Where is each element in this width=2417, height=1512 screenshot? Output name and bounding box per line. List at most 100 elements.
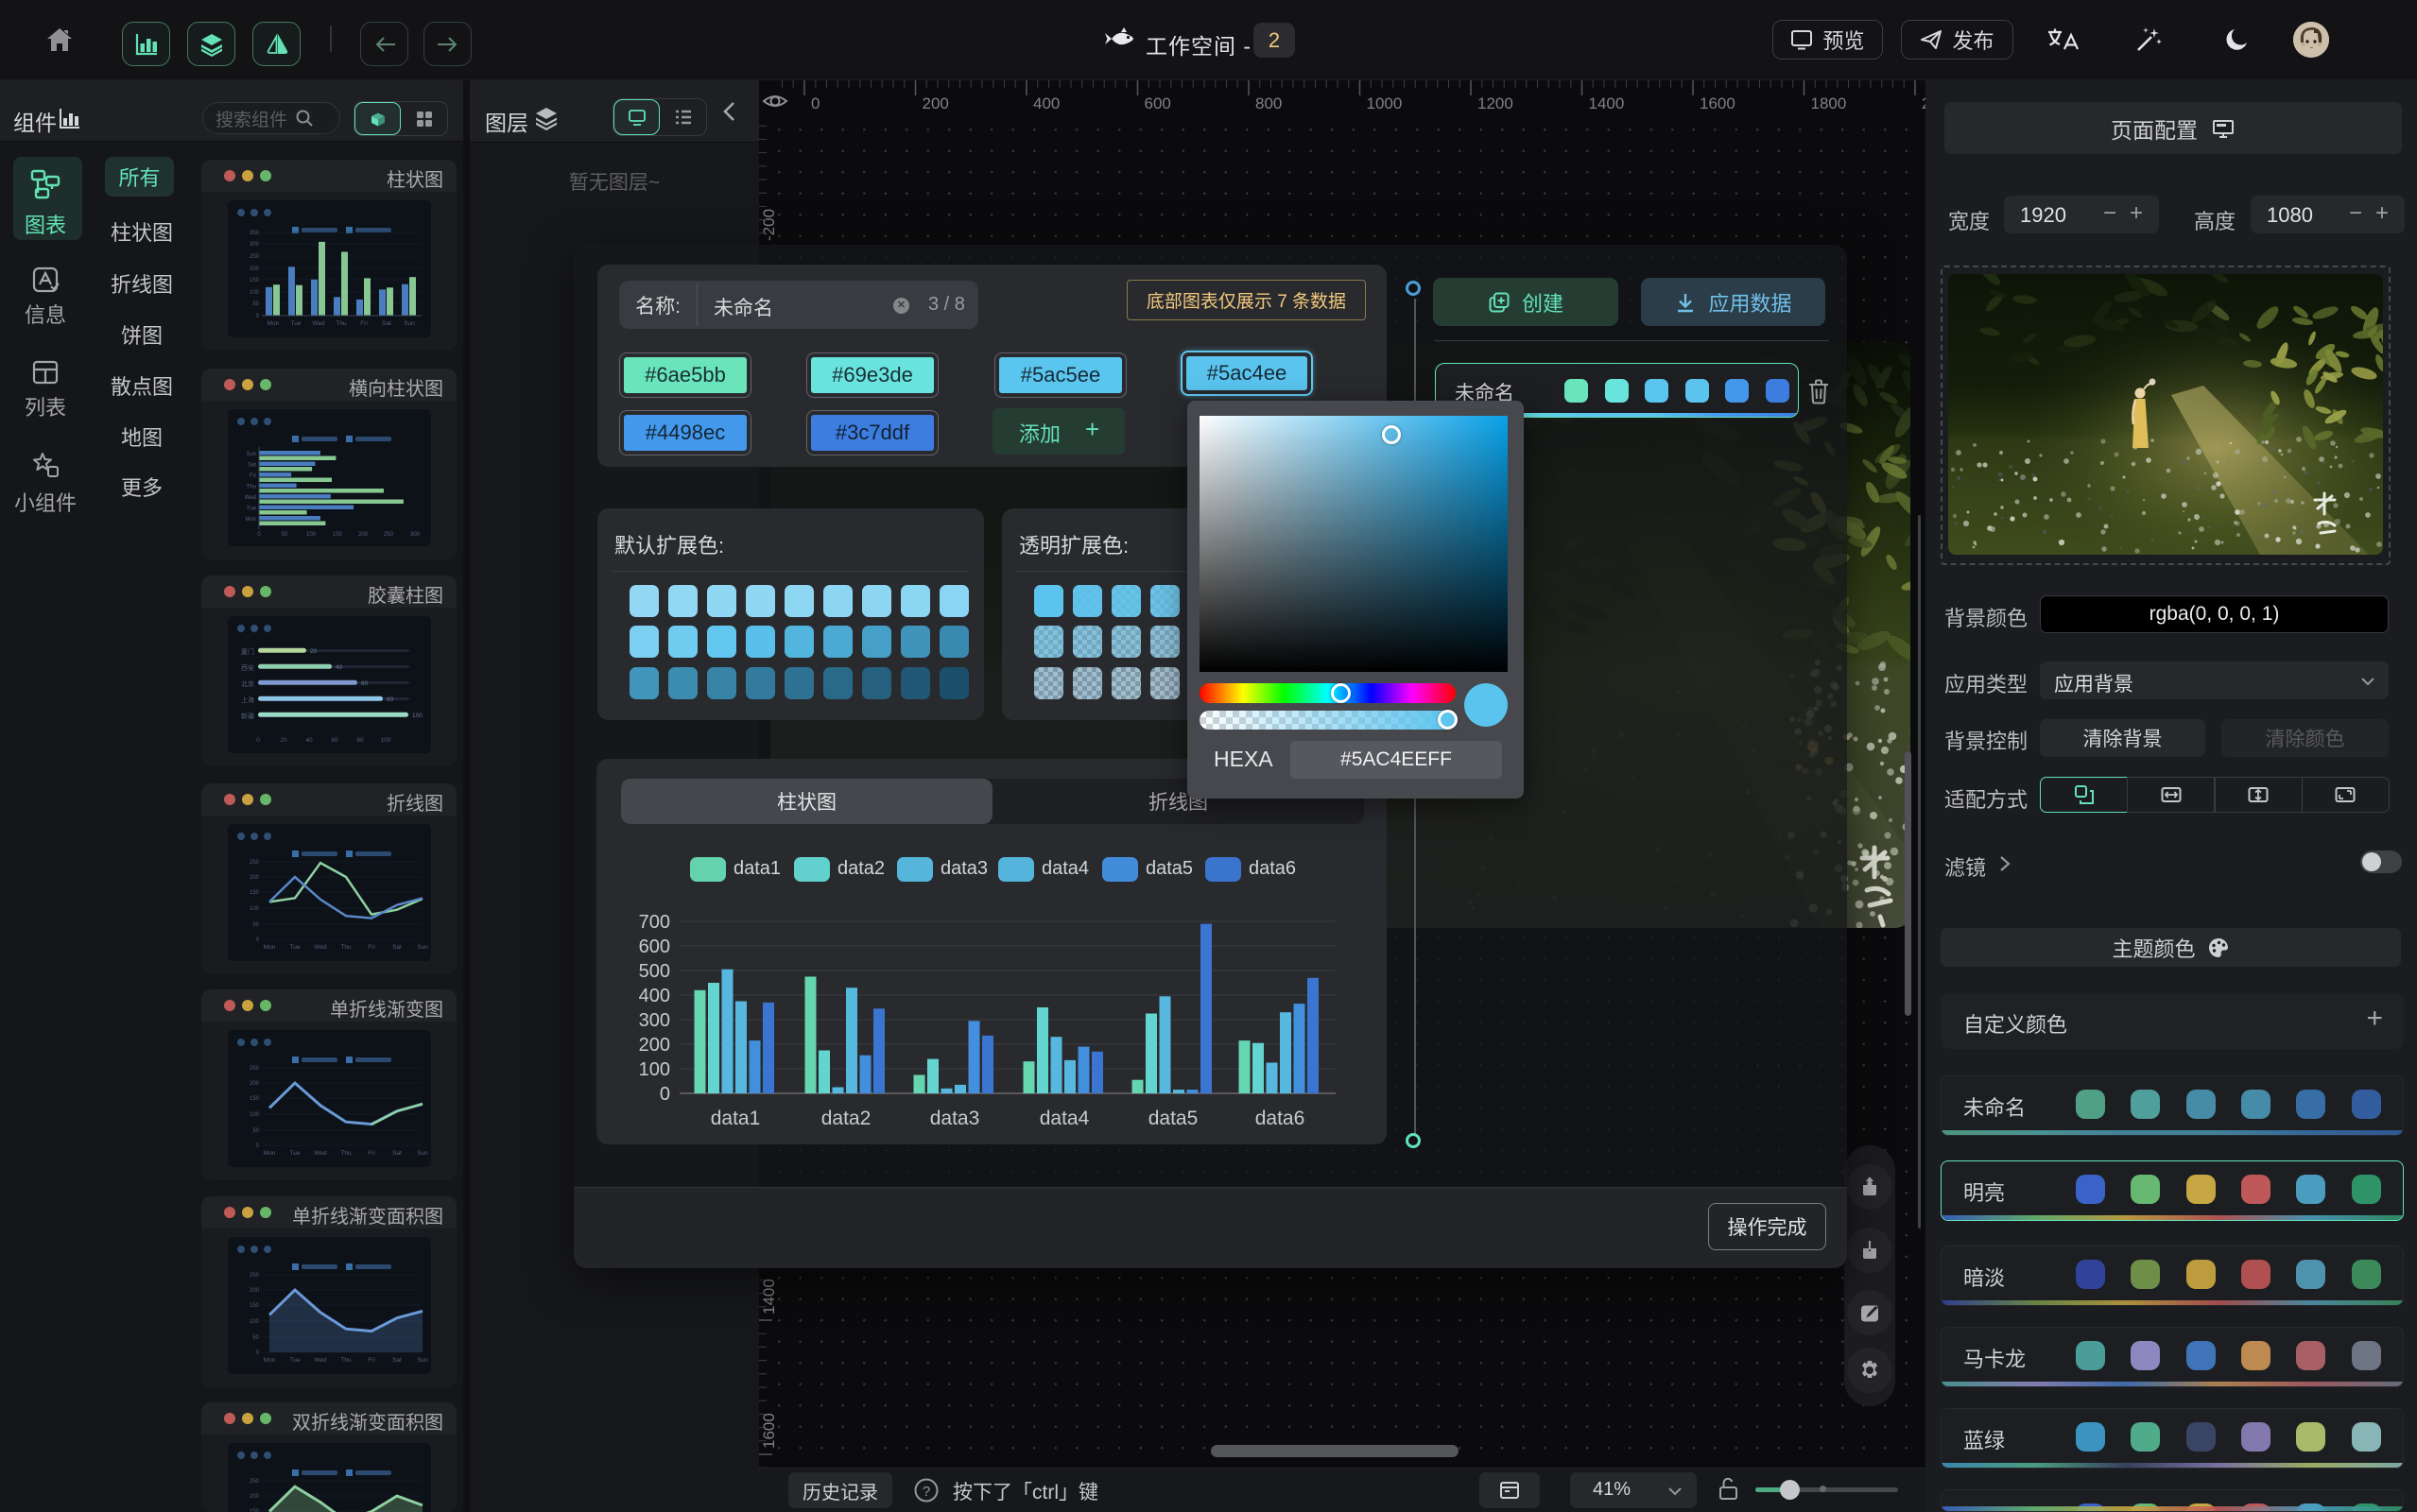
svg-text:40: 40 xyxy=(336,664,343,671)
svg-text:Tue: Tue xyxy=(290,1150,301,1157)
svg-text:700: 700 xyxy=(639,912,670,933)
svg-text:250: 250 xyxy=(250,1479,260,1485)
svg-text:100: 100 xyxy=(412,713,423,719)
svg-text:Tue: Tue xyxy=(290,1357,301,1364)
svg-text:-200: -200 xyxy=(760,209,778,241)
svg-text:Sun: Sun xyxy=(404,320,415,327)
svg-text:1600: 1600 xyxy=(760,1413,778,1449)
svg-text:100: 100 xyxy=(639,1059,670,1080)
svg-text:北京: 北京 xyxy=(241,679,254,688)
svg-text:60: 60 xyxy=(361,680,369,687)
svg-text:0: 0 xyxy=(256,1143,260,1149)
svg-text:data2: data2 xyxy=(821,1108,872,1129)
svg-text:Fri: Fri xyxy=(250,473,256,479)
svg-text:Thu: Thu xyxy=(340,1150,352,1157)
svg-text:1400: 1400 xyxy=(760,1279,778,1314)
svg-text:600: 600 xyxy=(639,936,670,957)
svg-text:Mon: Mon xyxy=(264,944,276,951)
svg-text:100: 100 xyxy=(250,906,260,912)
svg-text:1000: 1000 xyxy=(1367,94,1403,112)
svg-text:800: 800 xyxy=(1255,94,1282,112)
svg-text:60: 60 xyxy=(331,737,338,744)
svg-text:Sun: Sun xyxy=(417,944,428,951)
svg-text:Sat: Sat xyxy=(392,1150,402,1157)
svg-text:0: 0 xyxy=(256,1350,260,1356)
svg-text:Mon: Mon xyxy=(264,1357,276,1364)
svg-text:1600: 1600 xyxy=(1700,94,1735,112)
svg-text:Sat: Sat xyxy=(382,320,391,327)
svg-text:250: 250 xyxy=(250,254,260,260)
svg-text:新疆: 新疆 xyxy=(241,712,254,720)
svg-text:Tue: Tue xyxy=(291,320,302,327)
svg-text:Mon: Mon xyxy=(264,1150,276,1157)
svg-text:250: 250 xyxy=(250,1066,260,1072)
svg-text:500: 500 xyxy=(639,961,670,982)
svg-text:50: 50 xyxy=(252,301,259,307)
svg-text:Thu: Thu xyxy=(336,320,347,327)
svg-text:西安: 西安 xyxy=(241,663,254,672)
svg-text:200: 200 xyxy=(250,1288,260,1294)
svg-text:250: 250 xyxy=(384,532,394,538)
svg-text:200: 200 xyxy=(250,1494,260,1500)
svg-text:150: 150 xyxy=(250,278,260,284)
svg-text:Thu: Thu xyxy=(340,1357,352,1364)
svg-text:300: 300 xyxy=(250,242,260,248)
svg-text:300: 300 xyxy=(410,532,421,538)
svg-text:0: 0 xyxy=(256,314,260,319)
svg-text:80: 80 xyxy=(387,696,394,703)
svg-text:100: 100 xyxy=(250,1319,260,1325)
svg-text:100: 100 xyxy=(381,737,391,744)
svg-text:250: 250 xyxy=(250,860,260,866)
svg-text:data6: data6 xyxy=(1255,1108,1305,1129)
svg-text:Tue: Tue xyxy=(247,507,257,512)
svg-text:200: 200 xyxy=(358,532,369,538)
svg-text:150: 150 xyxy=(250,1303,260,1309)
svg-text:350: 350 xyxy=(250,231,260,236)
svg-text:Sun: Sun xyxy=(417,1150,428,1157)
svg-text:Wed: Wed xyxy=(314,1150,327,1157)
svg-text:data5: data5 xyxy=(1148,1108,1199,1129)
svg-text:200: 200 xyxy=(250,875,260,881)
svg-text:厦门: 厦门 xyxy=(241,647,254,656)
svg-text:50: 50 xyxy=(252,1128,259,1134)
svg-text:1400: 1400 xyxy=(1589,94,1625,112)
svg-text:Thu: Thu xyxy=(247,485,256,490)
svg-text:150: 150 xyxy=(250,890,260,896)
svg-text:100: 100 xyxy=(250,290,260,296)
svg-text:0: 0 xyxy=(256,937,260,943)
svg-text:Fri: Fri xyxy=(360,320,368,327)
svg-text:Mon: Mon xyxy=(245,517,256,523)
svg-text:1800: 1800 xyxy=(1811,94,1847,112)
svg-text:40: 40 xyxy=(305,737,313,744)
svg-text:Sun: Sun xyxy=(417,1357,428,1364)
svg-text:20: 20 xyxy=(310,648,318,655)
svg-text:300: 300 xyxy=(639,1010,670,1031)
svg-text:400: 400 xyxy=(1033,94,1060,112)
svg-text:150: 150 xyxy=(333,532,343,538)
svg-text:50: 50 xyxy=(252,1335,259,1341)
svg-text:上海: 上海 xyxy=(241,696,254,704)
svg-text:50: 50 xyxy=(252,922,259,928)
svg-text:20: 20 xyxy=(280,737,287,744)
svg-text:Fri: Fri xyxy=(368,944,375,951)
svg-text:80: 80 xyxy=(356,737,364,744)
svg-text:250: 250 xyxy=(250,1273,260,1279)
svg-text:100: 100 xyxy=(306,532,317,538)
svg-text:Wed: Wed xyxy=(245,495,256,501)
svg-text:data4: data4 xyxy=(1040,1108,1090,1129)
svg-text:Sun: Sun xyxy=(246,452,256,457)
svg-text:Thu: Thu xyxy=(340,944,352,951)
svg-text:?: ? xyxy=(923,1484,930,1500)
svg-text:Wed: Wed xyxy=(312,320,325,327)
svg-text:data3: data3 xyxy=(930,1108,980,1129)
svg-text:0: 0 xyxy=(660,1084,670,1105)
svg-text:Sat: Sat xyxy=(248,463,256,469)
svg-text:200: 200 xyxy=(250,266,260,272)
svg-text:600: 600 xyxy=(1145,94,1171,112)
svg-text:200: 200 xyxy=(250,1081,260,1087)
svg-text:Tue: Tue xyxy=(290,944,301,951)
svg-text:1200: 1200 xyxy=(1477,94,1513,112)
svg-text:0: 0 xyxy=(256,737,260,744)
svg-text:0: 0 xyxy=(811,94,820,112)
svg-text:150: 150 xyxy=(250,1096,260,1102)
